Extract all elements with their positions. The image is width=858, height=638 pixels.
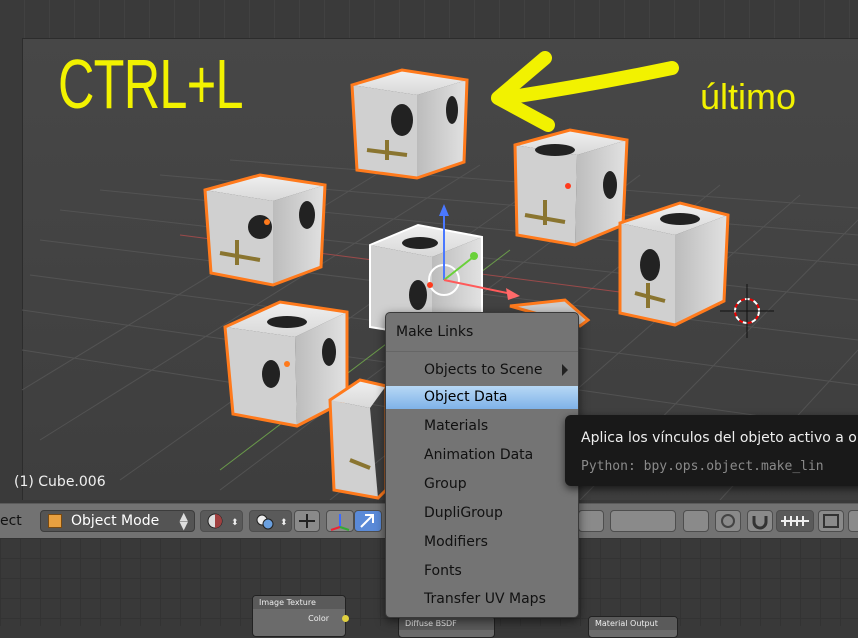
arrows-icon: [299, 514, 315, 528]
make-links-menu: Make Links Objects to Scene Object Data …: [385, 312, 579, 618]
menu-item-modifiers[interactable]: Modifiers: [386, 531, 578, 554]
node-title: Material Output: [589, 617, 677, 630]
snap-increment-icon: [781, 516, 809, 526]
manipulator-toggle[interactable]: [294, 510, 320, 532]
menu-item-objects-to-scene[interactable]: Objects to Scene: [386, 359, 578, 382]
shortcut-annotation: CTRL+L: [58, 45, 243, 123]
node-socket-label: Color: [308, 614, 329, 623]
mode-label: Object Mode: [71, 513, 160, 529]
menu-item-animation-data[interactable]: Animation Data: [386, 444, 578, 467]
cube: [513, 128, 629, 247]
arrow-cursor-icon: [360, 514, 374, 528]
pivot-point-button[interactable]: ⬍: [249, 510, 292, 532]
menu-item-label: Modifiers: [424, 534, 488, 550]
annotation-arrow: [491, 51, 679, 132]
layer-buttons-left[interactable]: [578, 510, 604, 532]
snap-toggle[interactable]: [747, 510, 773, 532]
cube: [618, 201, 730, 327]
menu-item-label: Object Data: [424, 389, 508, 405]
grid-snap-icon: [823, 514, 839, 528]
menu-title: Make Links: [396, 324, 474, 340]
pivot-icon: ⬍: [256, 514, 288, 530]
svg-text:⬍: ⬍: [231, 518, 239, 528]
cube: [203, 173, 327, 287]
menu-item-label: Materials: [424, 418, 489, 434]
3d-cursor: [720, 284, 774, 338]
submenu-arrow-icon: [562, 364, 568, 376]
menu-item-label: DupliGroup: [424, 505, 503, 521]
menu-item-group[interactable]: Group: [386, 473, 578, 496]
magnet-icon: [752, 516, 768, 530]
sphere-shading-icon: ⬍: [207, 513, 239, 529]
lock-layers-button[interactable]: [683, 510, 709, 532]
axis-icon: [330, 514, 350, 531]
menu-item-fonts[interactable]: Fonts: [386, 560, 578, 583]
snap-target-button[interactable]: [818, 510, 844, 532]
node-title: Image Texture: [253, 596, 345, 609]
menu-item-label: Objects to Scene: [424, 362, 543, 378]
tooltip-description: Aplica los vínculos del objeto activo a …: [581, 430, 857, 446]
node-title: Diffuse BSDF: [399, 617, 494, 630]
menu-item-dupligroup[interactable]: DupliGroup: [386, 502, 578, 525]
mode-select[interactable]: Object Mode ▲ ▼: [40, 510, 195, 532]
last-annotation: último: [700, 76, 797, 117]
viewport-shading-button[interactable]: ⬍: [200, 510, 243, 532]
material-output-node[interactable]: Material Output: [588, 616, 678, 638]
menu-item-transfer-uv-maps[interactable]: Transfer UV Maps: [386, 588, 578, 611]
cube: [350, 68, 469, 180]
layer-buttons-right[interactable]: [610, 510, 676, 532]
translate-manipulator-button[interactable]: [326, 510, 354, 532]
cube: [223, 300, 349, 428]
color-socket-icon[interactable]: [342, 615, 349, 622]
render-preview-button[interactable]: [848, 510, 858, 532]
image-texture-node[interactable]: Image Texture Color: [252, 595, 349, 637]
object-info-text: (1) Cube.006: [14, 474, 106, 490]
render-layer-button[interactable]: [715, 510, 741, 532]
tooltip: Aplica los vínculos del objeto activo a …: [565, 415, 858, 486]
diffuse-bsdf-node[interactable]: Diffuse BSDF: [398, 616, 495, 638]
object-mode-icon: [48, 514, 62, 528]
menu-item-object-data[interactable]: Object Data: [386, 386, 578, 409]
menu-divider: [386, 351, 578, 352]
updown-arrows-icon: ▲ ▼: [179, 510, 188, 532]
svg-text:⬍: ⬍: [280, 518, 288, 528]
circle-icon: [721, 514, 735, 528]
tooltip-python: Python: bpy.ops.object.make_lin: [581, 459, 824, 474]
menu-item-materials[interactable]: Materials: [386, 415, 578, 438]
menu-item-label: Fonts: [424, 563, 462, 579]
menu-item-label: Group: [424, 476, 467, 492]
cube: [328, 378, 388, 500]
menu-item-label: Transfer UV Maps: [424, 591, 546, 607]
transform-arrow-button[interactable]: [354, 510, 382, 532]
menu-item-label: Animation Data: [424, 447, 534, 463]
object-menu-label[interactable]: ect: [0, 513, 22, 529]
snap-element-select[interactable]: [776, 510, 814, 532]
